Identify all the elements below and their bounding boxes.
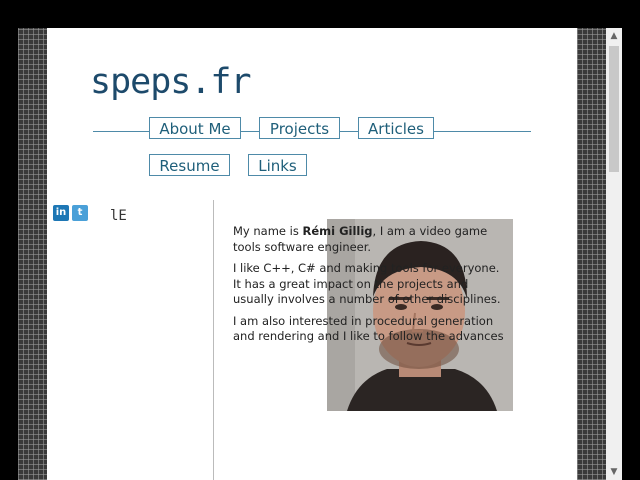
top-bar xyxy=(0,0,640,28)
intro-text: My name is Rémi Gillig, I am a video gam… xyxy=(233,224,508,351)
linkedin-icon[interactable]: in xyxy=(53,205,69,221)
intro-paragraph-2: I like C++, C# and making tools for ever… xyxy=(233,261,501,306)
scroll-up-arrow-icon[interactable]: ▲ xyxy=(606,28,622,44)
twitter-icon[interactable]: t xyxy=(72,205,88,221)
site-logo[interactable]: speps.fr xyxy=(90,62,252,102)
profile-link-icon[interactable]: lE xyxy=(110,208,127,224)
scroll-down-arrow-icon[interactable]: ▼ xyxy=(606,464,622,480)
nav-projects-button[interactable]: Projects xyxy=(259,117,340,139)
nav-links-button[interactable]: Links xyxy=(248,154,307,176)
page-container: speps.fr About Me Projects Articles Resu… xyxy=(47,28,577,480)
intro-name: Rémi Gillig xyxy=(302,224,373,238)
nav-about-me-button[interactable]: About Me xyxy=(149,117,241,139)
nav-resume-button[interactable]: Resume xyxy=(149,154,230,176)
background-pattern-right xyxy=(577,28,606,480)
window-right-edge xyxy=(622,28,640,480)
background-pattern-left xyxy=(18,28,47,480)
nav-articles-button[interactable]: Articles xyxy=(358,117,434,139)
vertical-scrollbar[interactable]: ▲ ▼ xyxy=(606,28,622,480)
sidebar-divider xyxy=(213,200,214,480)
scrollbar-thumb[interactable] xyxy=(609,46,619,172)
intro-name-prefix: My name is xyxy=(233,224,303,238)
intro-paragraph-1: My name is Rémi Gillig, I am a video gam… xyxy=(233,224,508,255)
intro-paragraph-3: I am also interested in procedural gener… xyxy=(233,313,504,344)
